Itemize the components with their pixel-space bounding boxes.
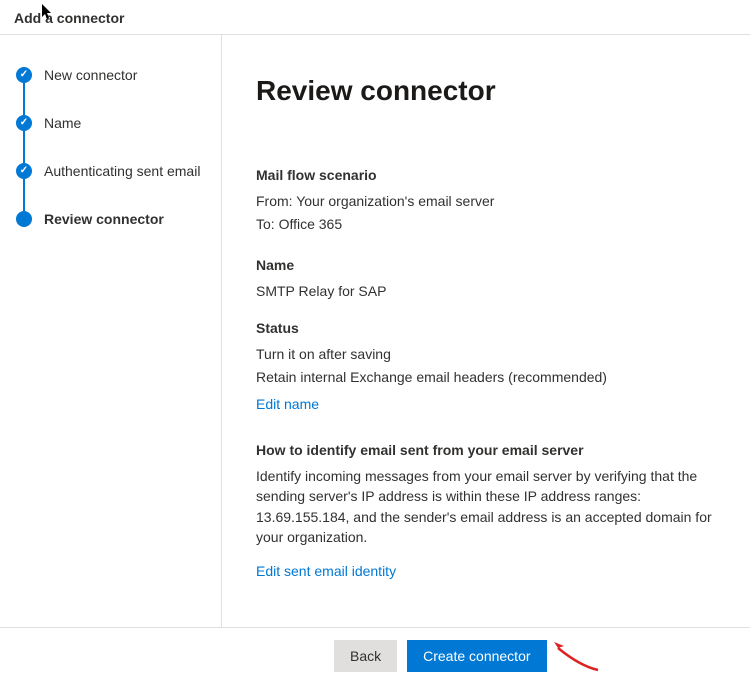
panel-title: Add a connector [14, 10, 124, 26]
step-label: Review connector [44, 211, 164, 227]
create-connector-button[interactable]: Create connector [407, 640, 546, 672]
mail-flow-section: Mail flow scenario From: Your organizati… [256, 167, 722, 235]
checkmark-icon [16, 163, 32, 179]
step-review-connector[interactable]: Review connector [16, 195, 209, 243]
step-authenticating[interactable]: Authenticating sent email [16, 147, 209, 195]
back-button[interactable]: Back [334, 640, 397, 672]
wizard-content: Review connector Mail flow scenario From… [222, 35, 750, 627]
wizard-steps: New connector Name Authenticating sent e… [16, 51, 209, 243]
edit-name-link[interactable]: Edit name [256, 396, 319, 412]
name-status-section: Name SMTP Relay for SAP Status Turn it o… [256, 257, 722, 412]
wizard-sidebar: New connector Name Authenticating sent e… [0, 35, 222, 627]
circle-icon [16, 211, 32, 227]
page-title: Review connector [256, 75, 722, 107]
edit-sent-email-identity-link[interactable]: Edit sent email identity [256, 563, 396, 579]
mailflow-from: From: Your organization's email server [256, 191, 722, 212]
step-label: Name [44, 115, 81, 131]
checkmark-icon [16, 67, 32, 83]
checkmark-icon [16, 115, 32, 131]
step-new-connector[interactable]: New connector [16, 51, 209, 99]
identify-section: How to identify email sent from your ema… [256, 442, 722, 579]
section-title: Name [256, 257, 722, 273]
arrow-annotation-icon [550, 636, 600, 672]
step-label: New connector [44, 67, 137, 83]
step-name[interactable]: Name [16, 99, 209, 147]
status-line: Turn it on after saving [256, 344, 722, 365]
connector-name-value: SMTP Relay for SAP [256, 281, 722, 302]
identify-body: Identify incoming messages from your ema… [256, 466, 722, 547]
panel-body: New connector Name Authenticating sent e… [0, 35, 750, 627]
mailflow-to: To: Office 365 [256, 214, 722, 235]
step-label: Authenticating sent email [44, 163, 200, 179]
section-title: Status [256, 320, 722, 336]
section-title: How to identify email sent from your ema… [256, 442, 722, 458]
panel-header: Add a connector [0, 0, 750, 35]
section-title: Mail flow scenario [256, 167, 722, 183]
wizard-footer: Back Create connector [0, 627, 750, 684]
status-line: Retain internal Exchange email headers (… [256, 367, 722, 388]
